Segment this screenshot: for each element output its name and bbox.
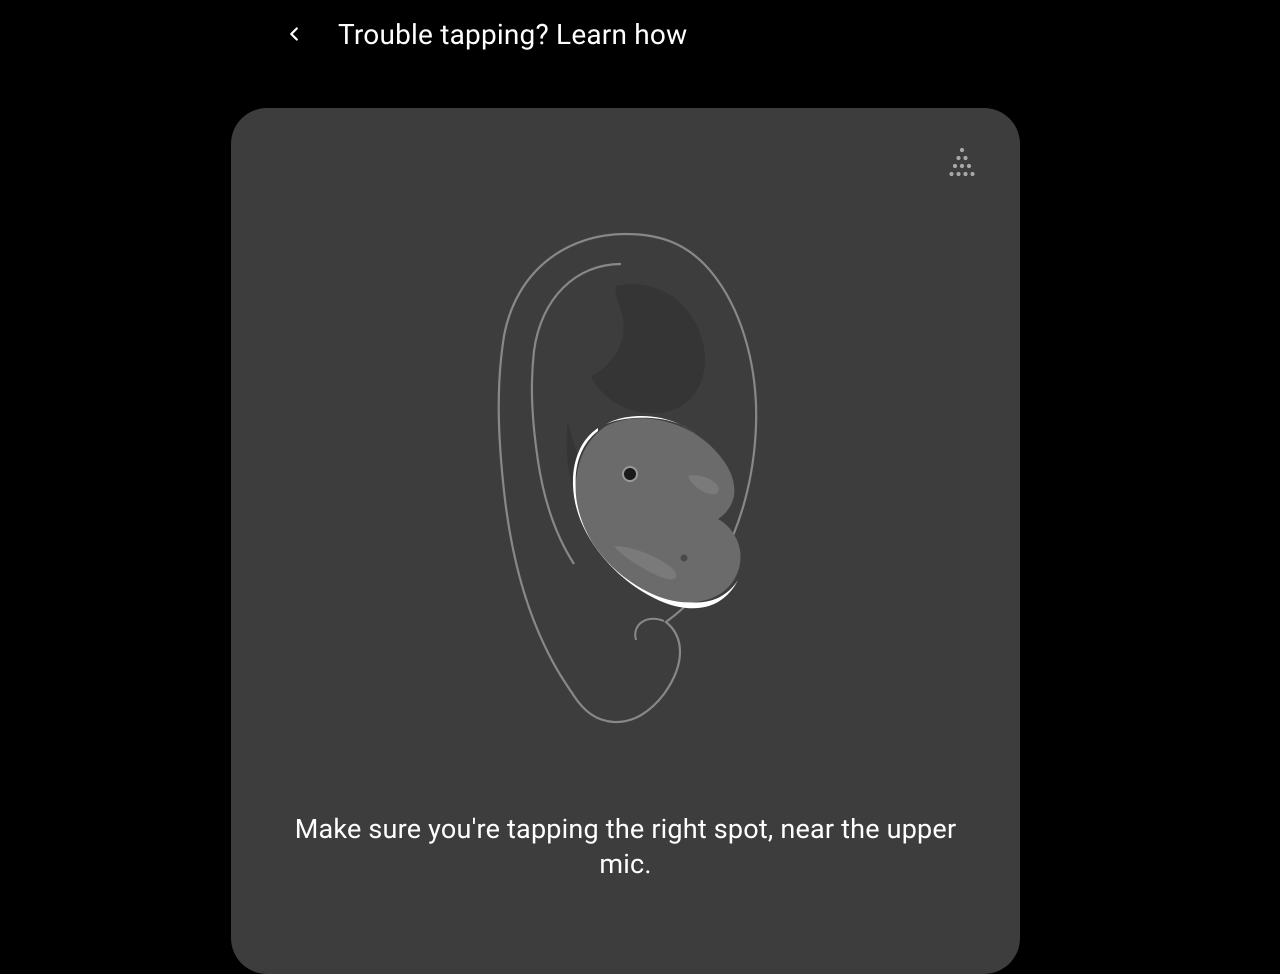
instruction-text: Make sure you're tapping the right spot,… [231, 812, 1020, 882]
header: Trouble tapping? Learn how [274, 14, 687, 54]
chevron-left-icon [283, 23, 305, 45]
instruction-card: Make sure you're tapping the right spot,… [231, 108, 1020, 974]
ear-earbud-illustration [456, 226, 796, 726]
back-button[interactable] [274, 14, 314, 54]
page-title: Trouble tapping? Learn how [338, 18, 687, 51]
dots-triangle-icon [946, 146, 978, 182]
